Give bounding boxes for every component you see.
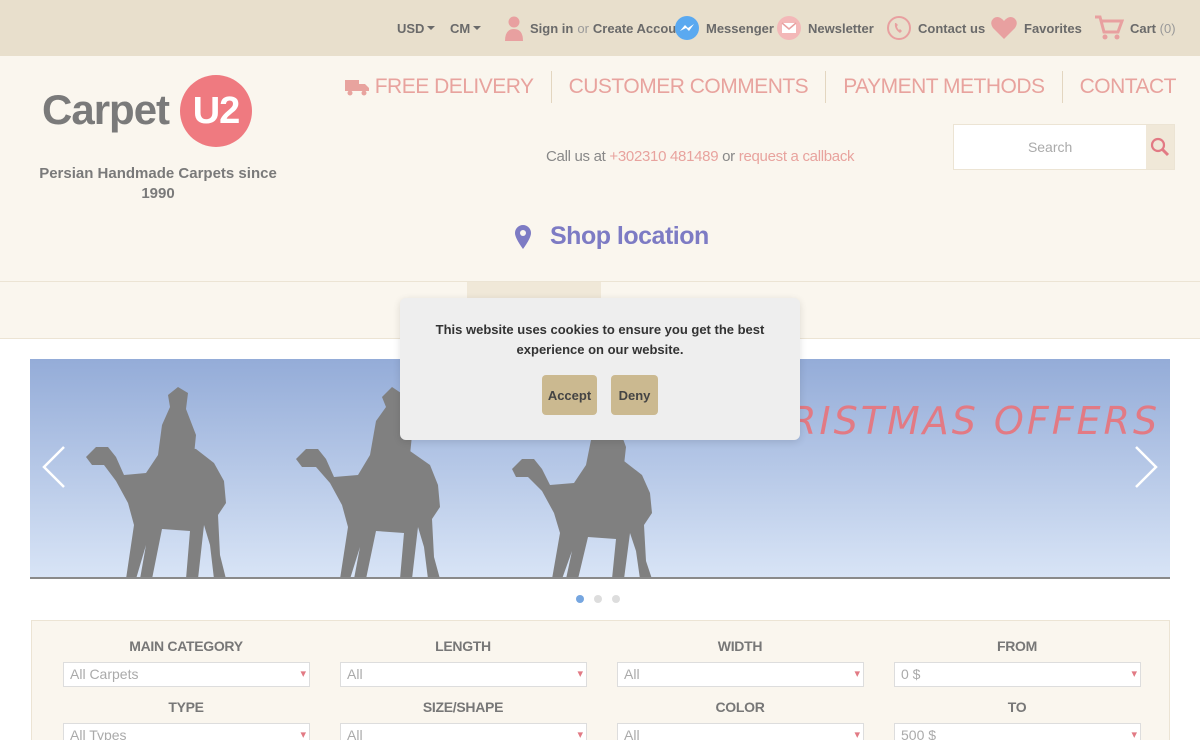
chevron-right-icon[interactable]	[1132, 443, 1162, 491]
unit-label: CM	[450, 20, 471, 36]
search-input[interactable]	[954, 125, 1147, 169]
price-from-select[interactable]: 0 $	[894, 662, 1141, 687]
shop-location-link[interactable]: Shop location	[514, 222, 709, 251]
filter-panel: MAIN CATEGORY All Carpets LENGTH All WID…	[31, 620, 1170, 740]
nav-contact[interactable]: CONTACT	[1061, 71, 1177, 103]
chevron-left-icon[interactable]	[38, 443, 68, 491]
nav-customer-comments[interactable]: CUSTOMER COMMENTS	[550, 71, 826, 103]
currency-label: USD	[397, 20, 425, 36]
cookie-message: This website uses cookies to ensure you …	[435, 322, 765, 357]
phone-icon	[887, 16, 911, 40]
or-text: or	[577, 20, 589, 36]
newsletter-link[interactable]: Newsletter	[776, 0, 874, 56]
messenger-icon	[675, 16, 699, 40]
callback-link[interactable]: request a callback	[739, 148, 855, 165]
newsletter-label: Newsletter	[808, 20, 874, 36]
nav-free-delivery[interactable]: FREE DELIVERY	[344, 71, 551, 103]
truck-icon	[344, 80, 369, 96]
search-box	[953, 124, 1175, 170]
color-select[interactable]: All	[617, 723, 864, 740]
shop-location-label: Shop location	[550, 222, 709, 250]
favorites-link[interactable]: Favorites	[990, 0, 1082, 56]
sign-in-link[interactable]: Sign in	[530, 21, 573, 36]
logo-badge: U2	[180, 75, 252, 147]
user-icon	[505, 16, 523, 41]
slider-dots	[576, 595, 620, 603]
call-prefix: Call us at	[546, 148, 606, 165]
cart-icon	[1095, 15, 1124, 40]
nav-label: CONTACT	[1079, 75, 1177, 98]
call-us: Call us at +302310 481489 or request a c…	[546, 148, 855, 165]
filter-label-color: COLOR	[715, 699, 765, 715]
account-links: Sign in or Create Account	[504, 0, 689, 56]
filter-label-type: TYPE	[168, 699, 204, 715]
main-category-select[interactable]: All Carpets	[63, 662, 310, 687]
slider-dot[interactable]	[612, 595, 620, 603]
price-to-select[interactable]: 500 $	[894, 723, 1141, 740]
unit-selector[interactable]: CM	[450, 0, 482, 56]
contact-link[interactable]: Contact us	[886, 0, 985, 56]
heart-icon	[991, 17, 1017, 39]
filter-label-width: WIDTH	[717, 638, 763, 654]
filter-label-length: LENGTH	[435, 638, 491, 654]
favorites-label: Favorites	[1024, 20, 1082, 36]
nav-label: PAYMENT METHODS	[843, 75, 1045, 98]
nav-label: CUSTOMER COMMENTS	[568, 75, 809, 98]
contact-label: Contact us	[918, 20, 986, 36]
chevron-down-icon	[427, 26, 436, 30]
main-nav: FREE DELIVERY CUSTOMER COMMENTS PAYMENT …	[344, 70, 1177, 104]
accept-cookies-button[interactable]: Accept	[542, 375, 597, 415]
cart-count: (0)	[1159, 20, 1176, 36]
nav-label: FREE DELIVERY	[374, 75, 534, 98]
nav-payment-methods[interactable]: PAYMENT METHODS	[825, 71, 1061, 103]
call-or: or	[722, 148, 735, 165]
length-select[interactable]: All	[340, 662, 587, 687]
type-select[interactable]: All Types	[63, 723, 310, 740]
logo[interactable]: Carpet U2	[42, 74, 254, 148]
messenger-link[interactable]: Messenger	[674, 0, 774, 56]
messenger-label: Messenger	[706, 20, 774, 36]
cart-link[interactable]: Cart (0)	[1094, 0, 1176, 56]
width-select[interactable]: All	[617, 662, 864, 687]
filter-label-main-category: MAIN CATEGORY	[129, 638, 243, 654]
slider-dot[interactable]	[594, 595, 602, 603]
phone-link[interactable]: +302310 481489	[609, 148, 718, 165]
map-pin-icon	[515, 224, 531, 249]
envelope-icon	[777, 16, 801, 40]
site-header: Carpet U2 Persian Handmade Carpets since…	[0, 56, 1200, 282]
deny-cookies-button[interactable]: Deny	[611, 375, 658, 415]
banner-headline: RISTMAS OFFERS	[790, 399, 1161, 443]
top-bar: USD CM Sign in or Create Account Messeng…	[0, 0, 1200, 56]
search-button[interactable]	[1146, 125, 1174, 169]
cart-label: Cart	[1130, 20, 1157, 36]
currency-selector[interactable]: USD	[397, 0, 436, 56]
tagline: Persian Handmade Carpets since 1990	[39, 165, 277, 202]
filter-label-to: TO	[1007, 699, 1027, 715]
filter-label-from: FROM	[996, 638, 1037, 654]
logo-word: Carpet	[42, 86, 170, 133]
chevron-down-icon	[473, 26, 482, 30]
filter-label-size-shape: SIZE/SHAPE	[422, 699, 504, 715]
size-shape-select[interactable]: All	[340, 723, 587, 740]
slider-dot[interactable]	[576, 595, 584, 603]
search-icon	[1151, 137, 1170, 157]
cookie-consent-dialog: This website uses cookies to ensure you …	[400, 298, 800, 440]
